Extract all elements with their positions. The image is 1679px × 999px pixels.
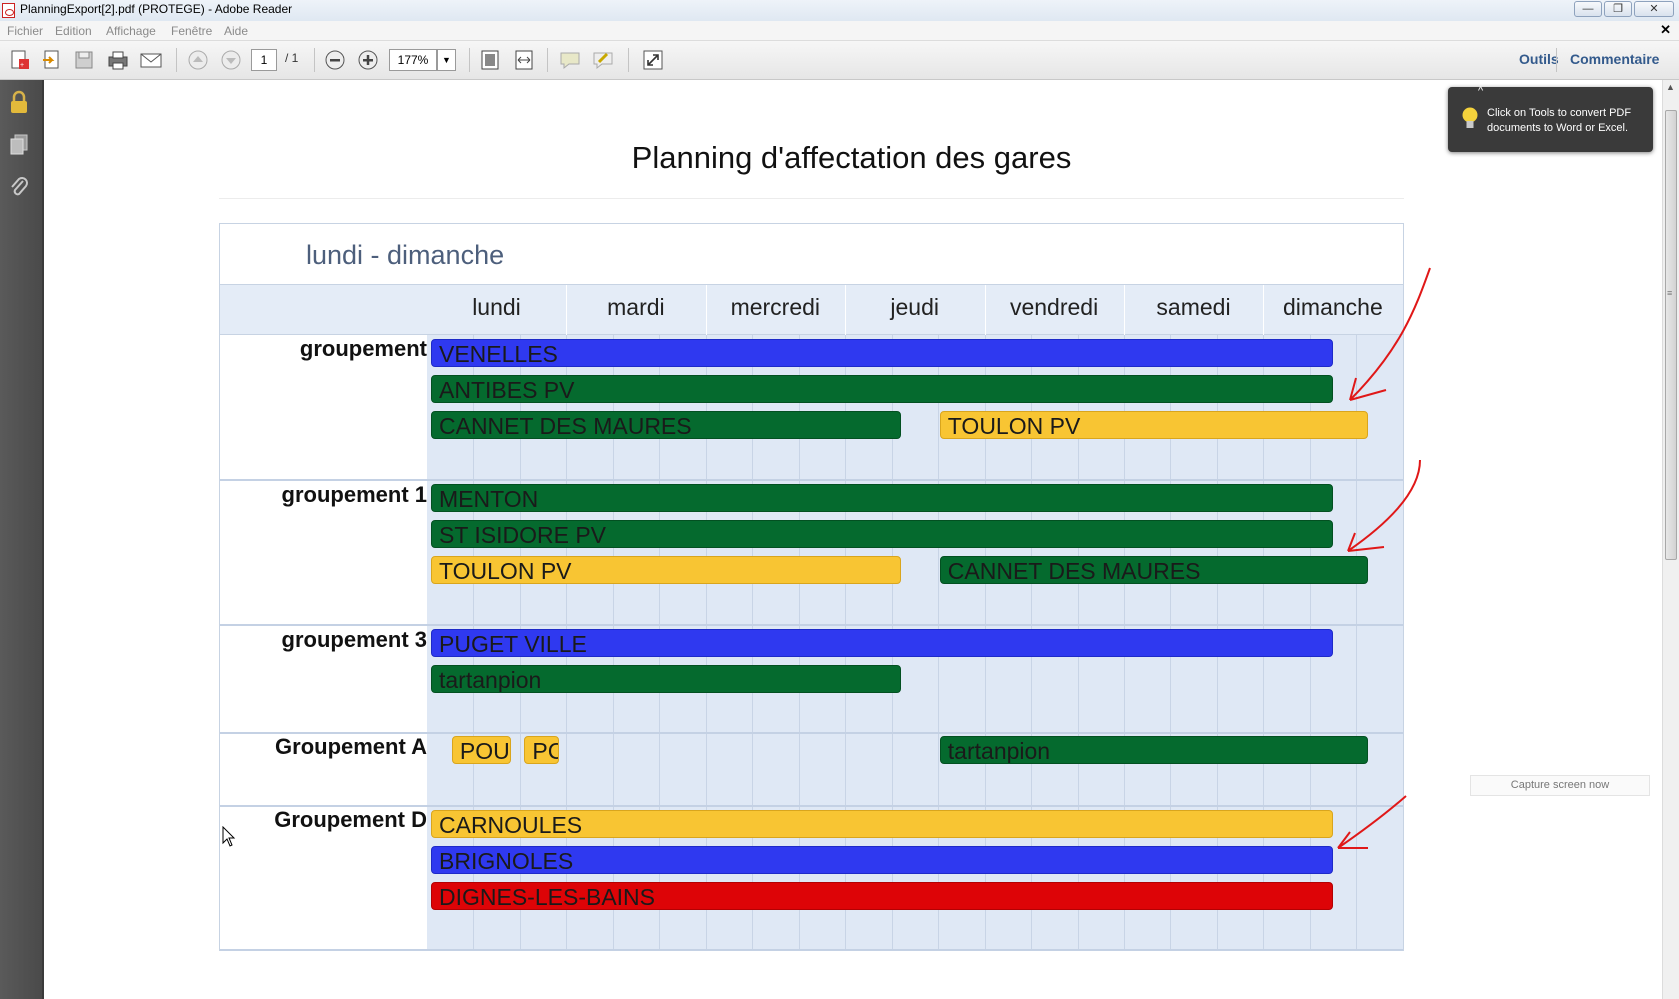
create-pdf-icon[interactable]: + xyxy=(8,48,32,72)
scroll-up-icon[interactable]: ▲ xyxy=(1666,82,1675,92)
schedule-bar[interactable]: DIGNES-LES-BAINS xyxy=(431,882,1334,910)
scrollbar-thumb[interactable] xyxy=(1665,110,1677,560)
day-header-samedi: samedi xyxy=(1156,294,1231,320)
toolbar: + 1 / 1 177% ▼ Outils Commentaire xyxy=(0,41,1679,80)
svg-text:+: + xyxy=(20,62,24,69)
toolbar-separator xyxy=(628,48,629,72)
pages-icon[interactable] xyxy=(8,133,30,157)
fit-width-icon[interactable] xyxy=(512,48,536,72)
schedule-bar[interactable]: ANTIBES PV xyxy=(431,375,1334,403)
schedule-bar[interactable]: CANNET DES MAURES xyxy=(431,411,901,439)
scrollbar-grip-icon: ≡ xyxy=(1667,288,1673,298)
pdf-file-icon xyxy=(2,3,15,18)
vertical-scrollbar[interactable]: ▲ ≡ xyxy=(1662,80,1679,999)
schedule-bar[interactable]: ST ISIDORE PV xyxy=(431,520,1334,548)
date-range-label: lundi - dimanche xyxy=(306,240,505,270)
day-header-jeudi: jeudi xyxy=(890,294,939,320)
group-divider xyxy=(220,479,1403,481)
restore-button[interactable]: ❐ xyxy=(1604,1,1632,17)
day-header-separator xyxy=(845,285,847,335)
day-header-vendredi: vendredi xyxy=(1009,294,1099,320)
page-total: / 1 xyxy=(285,51,299,65)
tools-button[interactable]: Outils xyxy=(1519,51,1559,67)
group-label-groupement: groupement xyxy=(299,336,427,361)
schedule-bar[interactable]: tartanpion xyxy=(431,665,901,693)
group-label-groupement-d: Groupement D xyxy=(274,807,427,832)
page-title: Planning d'affectation des gares xyxy=(631,140,1072,175)
previous-page-icon[interactable] xyxy=(186,48,210,72)
group-divider xyxy=(220,624,1403,626)
schedule-bar[interactable]: VENELLES xyxy=(431,339,1334,367)
day-header-lundi: lundi xyxy=(472,294,521,320)
full-screen-icon[interactable] xyxy=(641,48,665,72)
annotation-arrow xyxy=(1337,795,1407,849)
toolbar-separator xyxy=(1556,48,1557,72)
day-header-mercredi: mercredi xyxy=(730,294,821,320)
window-title: PlanningExport[2].pdf (PROTEGE) - Adobe … xyxy=(20,2,293,16)
day-header-separator xyxy=(705,285,707,335)
day-header-separator xyxy=(1124,285,1125,335)
email-icon[interactable] xyxy=(139,48,163,72)
tools-tooltip: ^ Click on Tools to convert PDF document… xyxy=(1448,85,1653,152)
toolbar-separator xyxy=(469,48,470,72)
day-header-separator xyxy=(566,285,568,335)
close-document-icon[interactable]: ✕ xyxy=(1660,22,1671,38)
menu-affichage[interactable]: Affichage xyxy=(106,24,156,38)
group-column-header xyxy=(220,285,427,335)
menu-fichier[interactable]: Fichier xyxy=(7,24,43,38)
menu-edition[interactable]: Edition xyxy=(55,24,92,38)
zoom-level-input[interactable]: 177% xyxy=(389,49,437,71)
print-icon[interactable] xyxy=(106,48,130,72)
toolbar-separator xyxy=(314,48,315,72)
save-icon[interactable] xyxy=(72,48,96,72)
tooltip-text: Click on Tools to convert PDF documents … xyxy=(1487,107,1632,134)
day-header-separator xyxy=(1263,285,1265,335)
schedule-bar[interactable]: TOULON PV xyxy=(431,556,901,584)
zoom-in-icon[interactable] xyxy=(356,48,380,72)
schedule-bar[interactable]: CARNOULES xyxy=(431,810,1334,838)
minimize-button[interactable]: — xyxy=(1574,1,1602,17)
day-header-separator xyxy=(984,285,986,335)
menu-aide[interactable]: Aide xyxy=(224,24,248,38)
group-label-groupement-3: groupement 3 xyxy=(281,627,427,652)
schedule-bar[interactable]: BRIGNOLES xyxy=(431,846,1334,874)
schedule-bar[interactable]: PUGET VILLE xyxy=(431,629,1334,657)
zoom-dropdown-chevron-icon[interactable]: ▼ xyxy=(437,49,456,71)
annotation-arrow xyxy=(1347,459,1421,552)
page-number-input[interactable]: 1 xyxy=(251,49,277,71)
highlight-icon[interactable] xyxy=(591,48,615,72)
menu-bar: Fichier Edition Affichage Fenêtre Aide ✕ xyxy=(0,21,1679,41)
schedule-bar[interactable]: PC xyxy=(524,736,560,764)
attachment-paperclip-icon[interactable] xyxy=(8,175,30,199)
schedule-bar[interactable]: TOULON PV xyxy=(939,411,1368,439)
capture-screen-button[interactable]: Capture screen now xyxy=(1470,775,1650,796)
close-window-button[interactable]: ✕ xyxy=(1634,1,1674,17)
open-icon[interactable] xyxy=(40,48,64,72)
title-divider xyxy=(219,198,1404,199)
lock-icon[interactable] xyxy=(8,90,30,114)
schedule-bar[interactable]: POU xyxy=(451,736,511,764)
sticky-note-icon[interactable] xyxy=(558,48,582,72)
day-header-mardi: mardi xyxy=(607,294,665,320)
annotation-arrow xyxy=(1349,267,1431,401)
group-label-groupement-a: Groupement A xyxy=(275,734,427,759)
toolbar-separator xyxy=(547,48,548,72)
mouse-cursor-icon xyxy=(222,826,236,847)
schedule-bar[interactable]: tartanpion xyxy=(939,736,1368,764)
menu-fenetre[interactable]: Fenêtre xyxy=(171,24,212,38)
comment-button[interactable]: Commentaire xyxy=(1570,51,1659,67)
title-bar: PlanningExport[2].pdf (PROTEGE) - Adobe … xyxy=(0,0,1679,22)
schedule-bar[interactable]: MENTON xyxy=(431,484,1334,512)
grid-bottom-line xyxy=(220,949,1403,951)
next-page-icon[interactable] xyxy=(219,48,243,72)
group-label-groupement-1: groupement 1 xyxy=(281,482,427,507)
zoom-out-icon[interactable] xyxy=(323,48,347,72)
tooltip-collapse-chevron-icon[interactable]: ^ xyxy=(1478,85,1483,97)
toolbar-separator xyxy=(176,48,177,72)
lightbulb-icon xyxy=(1462,107,1478,128)
navigation-pane xyxy=(0,80,42,999)
fit-page-icon[interactable] xyxy=(478,48,502,72)
